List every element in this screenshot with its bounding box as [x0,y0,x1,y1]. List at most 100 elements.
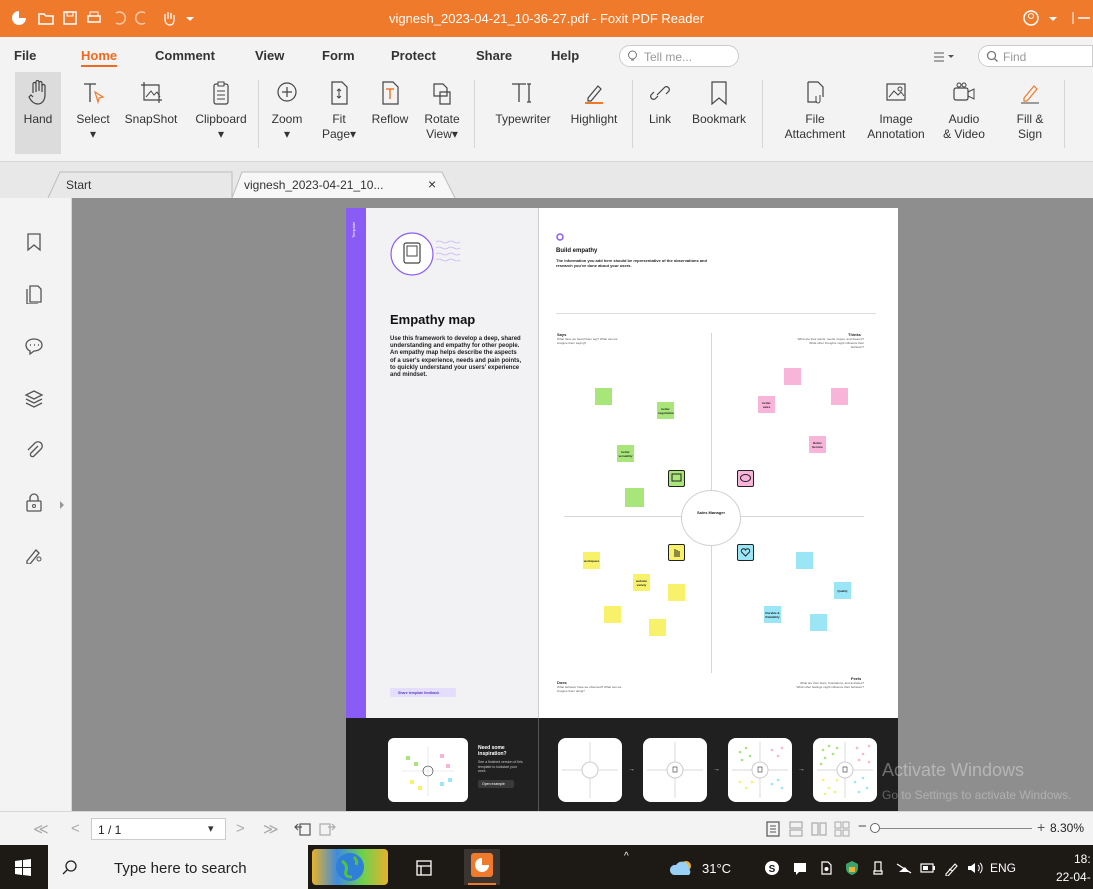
first-page-button[interactable]: ≪ [33,820,49,838]
clipboard-button[interactable]: Clipboard ▾ [192,80,250,142]
security-panel-icon[interactable] [24,492,44,512]
fill-sign-button[interactable]: Fill & Sign [1006,80,1054,142]
find-options-icon[interactable] [932,51,956,63]
typewriter-label: Typewriter [495,112,551,126]
previous-page-button[interactable]: < [71,820,80,837]
chat-tray-icon[interactable] [792,860,808,876]
zoom-button[interactable]: Zoom ▾ [266,80,308,142]
foxit-taskbar-button[interactable] [464,849,500,885]
weather-temperature[interactable]: 31°C [702,861,731,876]
continuous-facing-icon[interactable] [834,821,850,837]
security-tray-icon[interactable] [844,860,860,876]
file-attachment-button[interactable]: File Attachment [772,80,858,142]
hand-tool-button[interactable]: Hand [15,72,61,154]
show-hidden-icons-button[interactable]: ^ [624,851,629,862]
input-language[interactable]: ENG [990,861,1016,875]
sticky-note-yellow: website variety [633,574,650,591]
reflow-button[interactable]: Reflow [367,80,413,127]
previous-view-icon[interactable] [294,821,312,837]
example-thumbnail[interactable] [388,738,468,802]
menu-protect[interactable]: Protect [391,48,436,63]
menu-comment[interactable]: Comment [155,48,215,63]
audio-video-button[interactable]: Audio & Video [936,80,992,142]
minimize-icon[interactable] [1075,9,1093,27]
rotate-view-button[interactable]: Rotate View▾ [419,80,465,142]
select-tool-button[interactable]: Select ▾ [70,80,116,142]
next-view-icon[interactable] [318,821,336,837]
tell-me-input[interactable]: Tell me... [619,45,739,67]
menu-file[interactable]: File [14,48,36,63]
file-attachment-label-1: File [805,112,825,126]
rotate-dropdown-icon[interactable]: ▾ [452,127,458,141]
step-thumbnail-2 [643,738,707,802]
link-button[interactable]: Link [640,80,680,127]
document-viewer[interactable]: Template Empathy map Use this framework … [72,198,1093,811]
active-app-underline [468,883,496,885]
expand-panel-icon[interactable] [58,500,66,510]
usb-tray-icon[interactable] [870,860,886,876]
zoom-in-button[interactable]: + [1037,819,1045,835]
signature-panel-icon[interactable] [24,544,44,564]
zoom-out-button[interactable]: − [858,818,867,835]
image-annotation-label-1: Image [879,112,913,126]
menu-form[interactable]: Form [322,48,355,63]
task-view-icon[interactable] [414,858,434,878]
page-number-input[interactable]: 1 / 1 ▾ [91,818,226,840]
clock-time[interactable]: 18: [1074,852,1091,866]
snapshot-label: SnapShot [124,112,178,126]
volume-icon[interactable] [966,860,986,876]
sticky-note-yellow [649,619,666,636]
menu-home[interactable]: Home [81,48,118,67]
continuous-page-icon[interactable] [788,821,804,837]
select-dropdown-icon[interactable]: ▾ [90,127,96,141]
search-highlight-image[interactable] [312,849,388,885]
menu-view[interactable]: View [255,48,284,63]
document-tray-icon[interactable] [818,860,834,876]
zoom-dropdown-icon[interactable]: ▾ [284,127,290,141]
hand-icon [28,80,46,105]
single-page-icon[interactable] [765,821,781,837]
skype-icon[interactable]: S [764,860,780,876]
menu-help[interactable]: Help [551,48,579,63]
typewriter-button[interactable]: Typewriter [485,80,561,127]
windows-start-icon[interactable] [14,859,32,877]
clipboard-dropdown-icon[interactable]: ▾ [218,127,224,141]
sticky-note-blue [810,614,827,631]
find-input[interactable]: Find [978,45,1093,67]
pen-workspace-icon[interactable] [944,860,960,876]
clock-date[interactable]: 22-04- [1056,870,1091,884]
page-dropdown-icon[interactable]: ▾ [208,822,214,835]
comments-panel-icon[interactable] [24,336,44,356]
attachments-panel-icon[interactable] [24,440,44,460]
intro-panel [366,208,538,718]
taskbar-search-box[interactable]: Type here to search [48,845,308,889]
pages-panel-icon[interactable] [24,284,44,304]
last-page-button[interactable]: ≫ [263,820,279,838]
menu-share[interactable]: Share [476,48,512,63]
bookmark-label: Bookmark [691,112,747,126]
step-thumbnail-1 [558,738,622,802]
zoom-slider[interactable] [872,828,1032,829]
image-annotation-button[interactable]: Image Annotation [860,80,932,142]
bookmark-icon [711,81,727,106]
snapshot-button[interactable]: SnapShot [120,80,182,127]
bookmark-button[interactable]: Bookmark [686,80,752,127]
next-page-button[interactable]: > [236,820,245,837]
window-title: vignesh_2023-04-21_10-36-27.pdf - Foxit … [388,11,705,26]
bookmark-panel-icon[interactable] [24,232,44,252]
battery-icon[interactable] [920,860,936,876]
layers-panel-icon[interactable] [24,388,44,408]
highlight-button[interactable]: Highlight [563,80,625,127]
fit-page-dropdown-icon[interactable]: ▾ [350,127,356,141]
empathy-illustration-icon [390,232,461,276]
share-feedback-button[interactable]: Share template feedback [390,688,456,697]
weather-cloud-icon[interactable] [668,859,696,877]
account-dropdown-icon[interactable] [1044,9,1062,27]
zoom-slider-thumb[interactable] [870,823,880,833]
fit-page-button[interactable]: Fit Page▾ [318,80,360,142]
facing-page-icon[interactable] [811,821,827,837]
network-status-icon[interactable] [896,860,912,876]
open-example-button[interactable]: Open example [478,780,514,788]
account-icon[interactable] [1022,9,1040,27]
arrow-icon: → [628,766,635,773]
